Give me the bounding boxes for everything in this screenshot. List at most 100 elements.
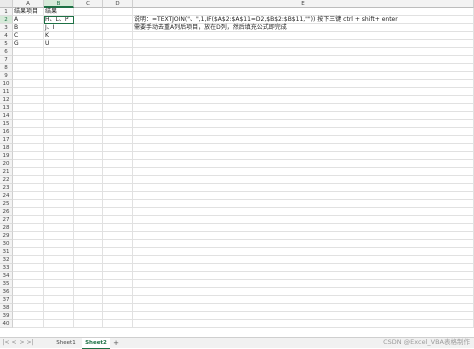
- cell-d4[interactable]: [103, 32, 133, 40]
- cell-a34[interactable]: [13, 272, 44, 280]
- row-header-10[interactable]: 10: [0, 80, 13, 88]
- row-header-21[interactable]: 21: [0, 168, 13, 176]
- cell-c17[interactable]: [74, 136, 103, 144]
- cell-b16[interactable]: [44, 128, 74, 136]
- row-header-29[interactable]: 29: [0, 232, 13, 240]
- cell-c22[interactable]: [74, 176, 103, 184]
- cell-c9[interactable]: [74, 72, 103, 80]
- row-header-33[interactable]: 33: [0, 264, 13, 272]
- cell-a5[interactable]: G: [13, 40, 44, 48]
- row-header-36[interactable]: 36: [0, 288, 13, 296]
- cell-a20[interactable]: [13, 160, 44, 168]
- cell-b10[interactable]: [44, 80, 74, 88]
- cell-b32[interactable]: [44, 256, 74, 264]
- cell-b24[interactable]: [44, 192, 74, 200]
- cell-d13[interactable]: [103, 104, 133, 112]
- cell-a29[interactable]: [13, 232, 44, 240]
- cell-b11[interactable]: [44, 88, 74, 96]
- next-sheet-nav-icon[interactable]: >: [18, 339, 26, 347]
- cell-d30[interactable]: [103, 240, 133, 248]
- cell-b31[interactable]: [44, 248, 74, 256]
- cell-c24[interactable]: [74, 192, 103, 200]
- cell-a38[interactable]: [13, 304, 44, 312]
- cell-d22[interactable]: [103, 176, 133, 184]
- row-header-31[interactable]: 31: [0, 248, 13, 256]
- cell-e21[interactable]: [133, 168, 474, 176]
- cell-b35[interactable]: [44, 280, 74, 288]
- cell-c10[interactable]: [74, 80, 103, 88]
- cell-b27[interactable]: [44, 216, 74, 224]
- row-header-32[interactable]: 32: [0, 256, 13, 264]
- cell-e19[interactable]: [133, 152, 474, 160]
- row-header-6[interactable]: 6: [0, 48, 13, 56]
- cell-d19[interactable]: [103, 152, 133, 160]
- cell-b1[interactable]: 结果: [44, 8, 74, 16]
- cell-d18[interactable]: [103, 144, 133, 152]
- cell-b29[interactable]: [44, 232, 74, 240]
- cell-a31[interactable]: [13, 248, 44, 256]
- cell-a24[interactable]: [13, 192, 44, 200]
- column-header-d[interactable]: D: [103, 0, 133, 8]
- tab-sheet2[interactable]: Sheet2: [82, 338, 110, 349]
- cell-e14[interactable]: [133, 112, 474, 120]
- cell-a19[interactable]: [13, 152, 44, 160]
- cell-d7[interactable]: [103, 56, 133, 64]
- cell-a35[interactable]: [13, 280, 44, 288]
- row-header-14[interactable]: 14: [0, 112, 13, 120]
- cell-a10[interactable]: [13, 80, 44, 88]
- cell-c7[interactable]: [74, 56, 103, 64]
- row-header-3[interactable]: 3: [0, 24, 13, 32]
- row-header-1[interactable]: 1: [0, 8, 13, 16]
- row-header-30[interactable]: 30: [0, 240, 13, 248]
- cell-e22[interactable]: [133, 176, 474, 184]
- cell-d29[interactable]: [103, 232, 133, 240]
- cell-a40[interactable]: [13, 320, 44, 328]
- row-header-15[interactable]: 15: [0, 120, 13, 128]
- cell-c30[interactable]: [74, 240, 103, 248]
- cell-d17[interactable]: [103, 136, 133, 144]
- cell-d10[interactable]: [103, 80, 133, 88]
- cell-a17[interactable]: [13, 136, 44, 144]
- cell-a3[interactable]: B: [13, 24, 44, 32]
- cell-e5[interactable]: [133, 40, 474, 48]
- cell-d1[interactable]: [103, 8, 133, 16]
- cell-a4[interactable]: C: [13, 32, 44, 40]
- cell-a28[interactable]: [13, 224, 44, 232]
- cell-d15[interactable]: [103, 120, 133, 128]
- cell-d39[interactable]: [103, 312, 133, 320]
- cell-b26[interactable]: [44, 208, 74, 216]
- cell-d37[interactable]: [103, 296, 133, 304]
- cell-c33[interactable]: [74, 264, 103, 272]
- row-header-38[interactable]: 38: [0, 304, 13, 312]
- cell-d40[interactable]: [103, 320, 133, 328]
- cell-a6[interactable]: [13, 48, 44, 56]
- cell-e37[interactable]: [133, 296, 474, 304]
- row-header-25[interactable]: 25: [0, 200, 13, 208]
- cell-c36[interactable]: [74, 288, 103, 296]
- cell-d20[interactable]: [103, 160, 133, 168]
- row-header-37[interactable]: 37: [0, 296, 13, 304]
- cell-c4[interactable]: [74, 32, 103, 40]
- column-header-e[interactable]: E: [133, 0, 474, 8]
- row-header-5[interactable]: 5: [0, 40, 13, 48]
- cell-a22[interactable]: [13, 176, 44, 184]
- cell-a18[interactable]: [13, 144, 44, 152]
- row-header-13[interactable]: 13: [0, 104, 13, 112]
- cell-e15[interactable]: [133, 120, 474, 128]
- row-header-4[interactable]: 4: [0, 32, 13, 40]
- cell-e29[interactable]: [133, 232, 474, 240]
- cell-c15[interactable]: [74, 120, 103, 128]
- cell-c35[interactable]: [74, 280, 103, 288]
- first-sheet-nav-icon[interactable]: |<: [2, 339, 10, 347]
- cell-e32[interactable]: [133, 256, 474, 264]
- cell-d21[interactable]: [103, 168, 133, 176]
- cell-e33[interactable]: [133, 264, 474, 272]
- cell-c2[interactable]: [74, 16, 103, 24]
- cell-e20[interactable]: [133, 160, 474, 168]
- cell-d8[interactable]: [103, 64, 133, 72]
- cell-d33[interactable]: [103, 264, 133, 272]
- cell-e7[interactable]: [133, 56, 474, 64]
- cell-c19[interactable]: [74, 152, 103, 160]
- cell-a12[interactable]: [13, 96, 44, 104]
- cell-a14[interactable]: [13, 112, 44, 120]
